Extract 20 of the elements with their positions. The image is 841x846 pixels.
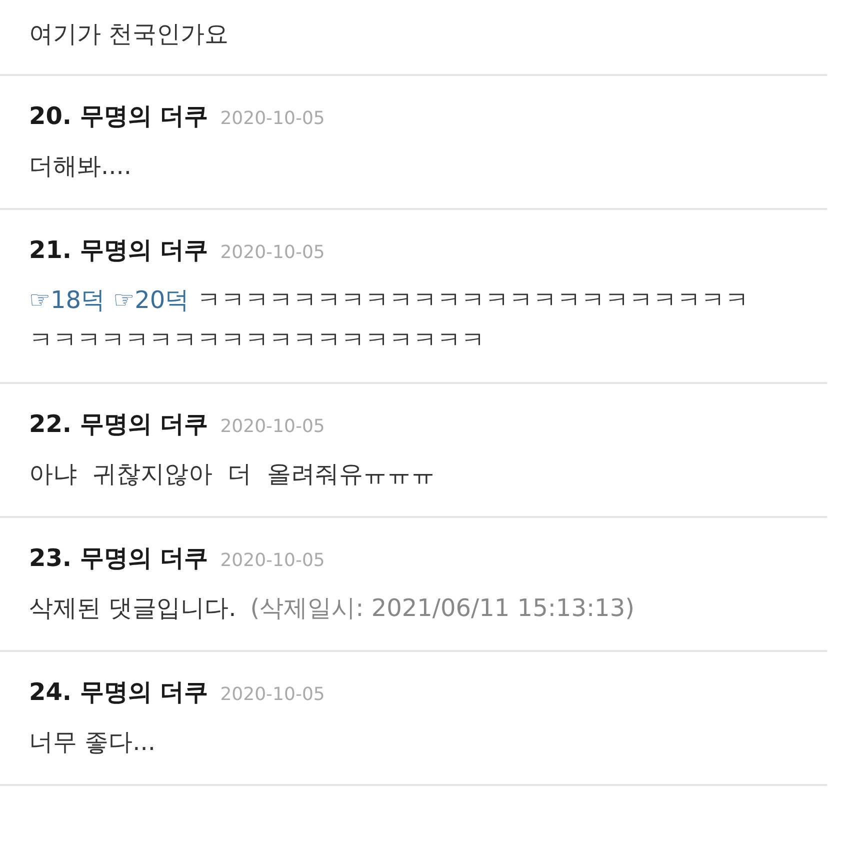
comment-date: 2020-10-05	[220, 550, 325, 571]
comment-text: 여기가 천국인가요	[29, 19, 229, 50]
comment-text: 더해봐....	[29, 151, 132, 182]
deletion-time: (삭제일시: 2021/06/11 15:13:13)	[250, 593, 634, 624]
comment-author: 23. 무명의 더쿠	[29, 543, 208, 574]
comment-date: 2020-10-05	[220, 108, 325, 129]
comment-author: 21. 무명의 더쿠	[29, 235, 208, 266]
comment-text: ㅋㅋㅋㅋㅋㅋㅋㅋㅋㅋㅋㅋㅋㅋㅋㅋㅋㅋㅋㅋㅋㅋㅋ	[197, 285, 750, 316]
comment-author: 22. 무명의 더쿠	[29, 409, 208, 440]
comment-text: ㅋㅋㅋㅋㅋㅋㅋㅋㅋㅋㅋㅋㅋㅋㅋㅋㅋㅋㅋ	[29, 325, 485, 356]
comment-text: 너무 좋다...	[29, 727, 156, 758]
comment-date: 2020-10-05	[220, 684, 325, 705]
comment-text: 삭제된 댓글입니다.	[29, 593, 236, 624]
comment-reference-link[interactable]: ☞18덕	[29, 280, 106, 320]
comment-reference-link[interactable]: ☞20덕	[113, 280, 190, 320]
comment-date: 2020-10-05	[220, 416, 325, 437]
comment-author: 20. 무명의 더쿠	[29, 101, 208, 132]
comment-author: 24. 무명의 더쿠	[29, 677, 208, 708]
comment-text: 아냐 귀찮지않아 더 올려줘유ㅠㅠㅠ	[29, 459, 435, 490]
comment-date: 2020-10-05	[220, 242, 325, 263]
